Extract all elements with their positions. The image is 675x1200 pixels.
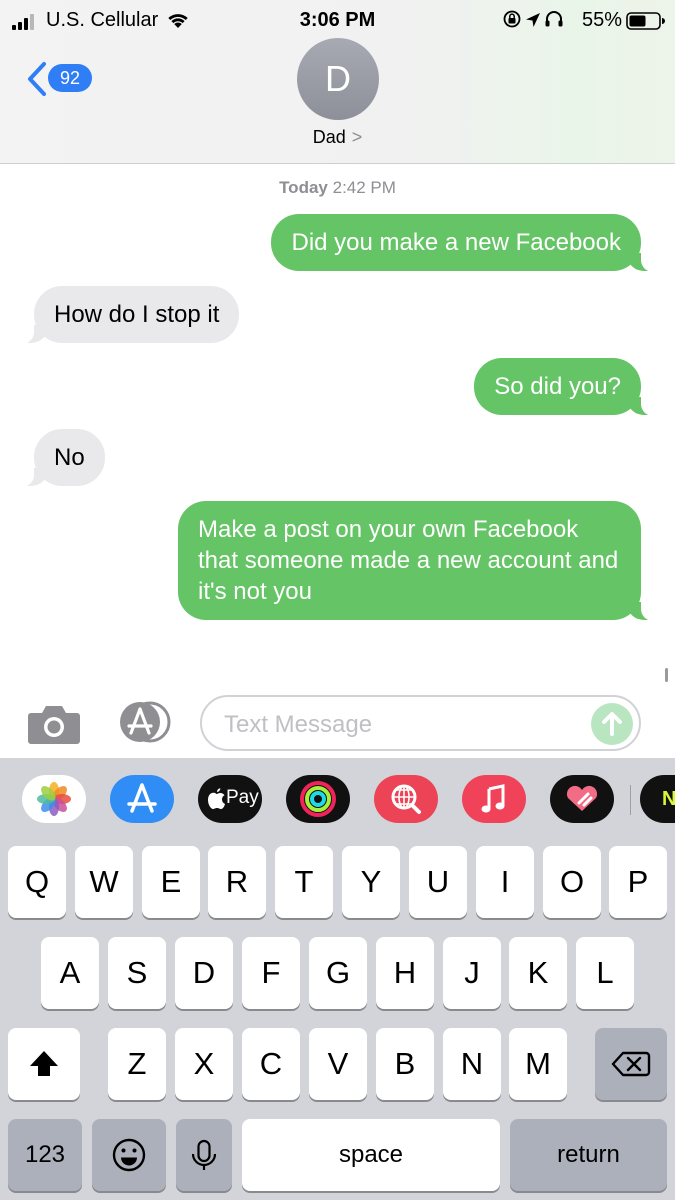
received-message-bubble[interactable]: How do I stop it [15,286,240,344]
dictation-key[interactable] [176,1119,232,1191]
sent-message-bubble[interactable]: Did you make a new Facebook [271,214,659,272]
battery-icon [626,12,665,30]
received-message-bubble[interactable]: No [16,429,105,487]
apple-pay-icon[interactable]: Pay [198,775,262,823]
key-e[interactable]: E [142,846,200,918]
key-p[interactable]: P [609,846,667,918]
message-text: No [54,444,85,471]
conversation-header: U.S. Cellular 3:06 PM 55% 92 D Dad > [0,0,675,164]
key-m[interactable]: M [509,1028,567,1100]
key-s[interactable]: S [108,937,166,1009]
key-x[interactable]: X [175,1028,233,1100]
emoji-key[interactable] [92,1119,166,1191]
timestamp-day: Today [279,178,328,197]
camera-icon[interactable] [27,703,81,745]
chevron-right-icon: > [351,127,363,147]
key-o[interactable]: O [543,846,601,918]
shift-key[interactable] [8,1028,80,1100]
key-i[interactable]: I [476,846,534,918]
unread-count-badge[interactable]: 92 [48,64,92,92]
delete-key[interactable] [595,1028,667,1100]
microphone-icon [191,1139,217,1170]
key-u[interactable]: U [409,846,467,918]
key-h[interactable]: H [376,937,434,1009]
key-n[interactable]: N [443,1028,501,1100]
key-b[interactable]: B [376,1028,434,1100]
headphones-icon [545,11,563,27]
key-a[interactable]: A [41,937,99,1009]
digital-touch-icon[interactable] [550,775,614,823]
location-icon [526,13,540,27]
message-input-field[interactable] [200,695,641,751]
key-y[interactable]: Y [342,846,400,918]
app-store-button-icon[interactable] [114,700,174,744]
send-arrow-icon[interactable] [591,703,633,745]
message-timestamp: Today 2:42 PM [0,178,675,198]
key-t[interactable]: T [275,846,333,918]
emoji-icon [112,1138,146,1172]
back-chevron-icon[interactable] [24,60,50,98]
key-v[interactable]: V [309,1028,367,1100]
contact-avatar[interactable]: D [297,38,379,120]
orientation-lock-icon [503,10,521,28]
music-icon[interactable] [462,775,526,823]
nike-icon[interactable]: N [640,775,675,823]
message-text: How do I stop it [54,301,220,328]
message-text: Make a post on your own Facebook that so… [198,516,619,605]
contact-name: Dad [312,127,346,147]
key-z[interactable]: Z [108,1028,166,1100]
scroll-indicator[interactable] [665,668,668,682]
message-input[interactable] [222,707,586,743]
photos-icon[interactable] [22,775,86,823]
sent-message-bubble[interactable]: Make a post on your own Facebook that so… [178,501,659,621]
key-w[interactable]: W [75,846,133,918]
numbers-key[interactable]: 123 [8,1119,82,1191]
app-drawer: Pay N [0,758,675,840]
key-q[interactable]: Q [8,846,66,918]
app-drawer-divider [630,785,631,815]
activity-icon[interactable] [286,775,350,823]
backspace-icon [611,1051,651,1077]
key-l[interactable]: L [576,937,634,1009]
sent-message-bubble[interactable]: So did you? [474,358,659,416]
key-d[interactable]: D [175,937,233,1009]
return-key[interactable]: return [510,1119,667,1191]
message-text: So did you? [494,373,621,400]
battery-percent: 55% [582,9,623,31]
status-icons [503,10,563,28]
key-g[interactable]: G [309,937,367,1009]
key-f[interactable]: F [242,937,300,1009]
nike-label: N [662,788,675,810]
key-r[interactable]: R [208,846,266,918]
key-k[interactable]: K [509,937,567,1009]
keyboard: Pay N Q W E R T Y U I O P A S D F G H J … [0,758,675,1200]
shift-arrow-icon [30,1051,58,1076]
contact-name-button[interactable]: Dad > [0,127,675,148]
space-key[interactable]: space [242,1119,500,1191]
message-text: Did you make a new Facebook [291,229,621,256]
key-c[interactable]: C [242,1028,300,1100]
apple-pay-label: Pay [226,787,259,808]
web-search-icon[interactable] [374,775,438,823]
status-bar: U.S. Cellular 3:06 PM 55% [0,6,675,32]
app-store-icon[interactable] [110,775,174,823]
timestamp-time: 2:42 PM [332,178,396,197]
key-j[interactable]: J [443,937,501,1009]
